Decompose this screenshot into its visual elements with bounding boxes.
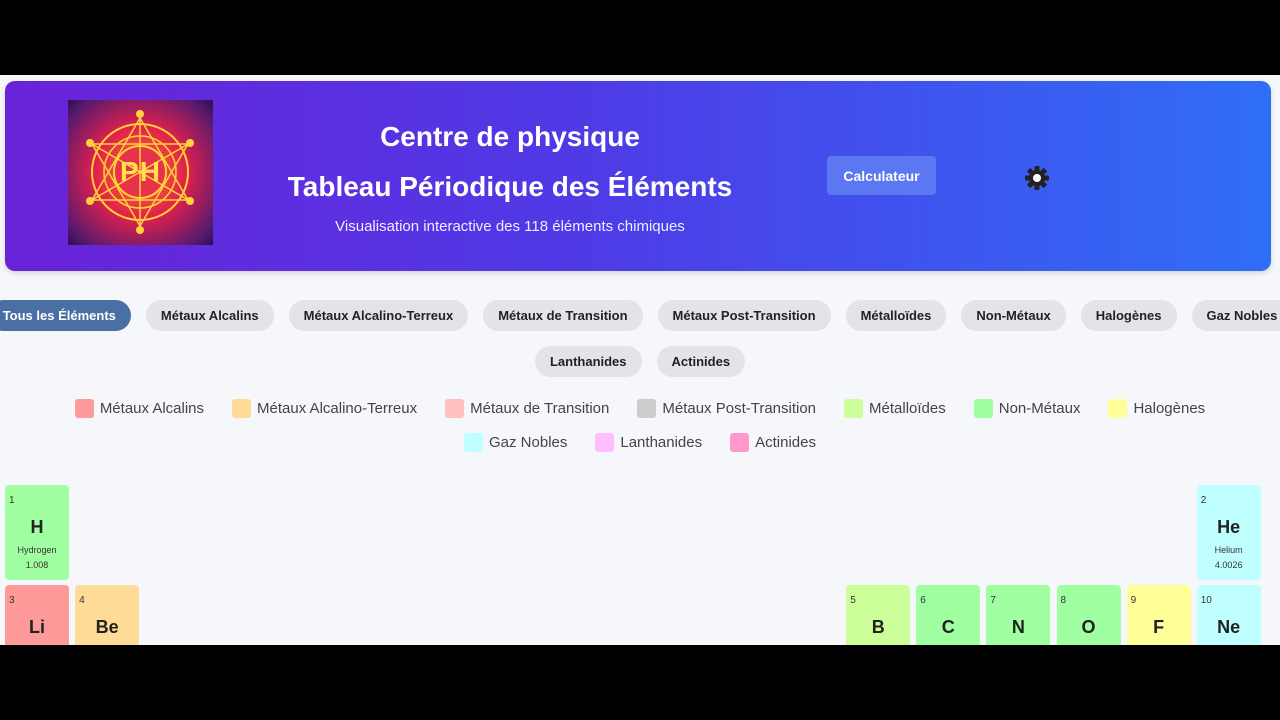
element-cell[interactable]: 10 Ne	[1196, 585, 1261, 645]
legend-label: Actinides	[755, 434, 816, 451]
element-number: 4	[79, 595, 85, 606]
element-symbol: Li	[29, 617, 45, 637]
category-filters-row2: Lanthanides Actinides	[0, 346, 1280, 377]
legend-swatch	[464, 433, 483, 452]
element-number: 9	[1130, 595, 1137, 606]
page-title: Tableau Périodique des Éléments	[287, 171, 733, 202]
element-cell[interactable]: 2 He Helium 4.0026	[1196, 485, 1261, 580]
legend-item: Métaux Post-Transition	[637, 399, 816, 418]
element-symbol: He	[1217, 517, 1241, 537]
legend-swatch	[973, 399, 993, 418]
legend-swatch	[1108, 399, 1128, 418]
legend-item: Gaz Nobles	[464, 433, 567, 452]
element-number: 7	[990, 595, 996, 606]
site-title: Centre de physique	[380, 121, 640, 152]
element-symbol: Be	[95, 617, 119, 637]
legend-item: Non-Métaux	[973, 399, 1081, 418]
page-viewport: PH Centre de physique Tableau Périodique…	[0, 75, 1280, 645]
element-number: 6	[920, 595, 926, 606]
filter-button[interactable]: Lanthanides	[534, 346, 642, 377]
element-symbol: N	[1011, 617, 1025, 637]
legend-item: Métaux Alcalino-Terreux	[232, 399, 417, 418]
element-cell[interactable]: 6C	[916, 585, 981, 645]
element-number: 8	[1060, 595, 1067, 606]
legend-swatch	[844, 399, 864, 418]
filter-button[interactable]: Actinides	[656, 346, 746, 377]
legend-swatch	[595, 433, 615, 452]
element-number: 2	[1200, 495, 1207, 506]
filter-button[interactable]: Métaux Alcalino-Terreux	[288, 300, 469, 331]
gear-icon[interactable]	[1024, 165, 1050, 191]
element-cell[interactable]: 3 Li	[5, 585, 69, 645]
legend-label: Métaux de Transition	[470, 400, 610, 417]
legend-label: Métalloïdes	[869, 400, 946, 417]
element-mass: 1.008	[25, 560, 49, 570]
element-cell[interactable]: 5B	[846, 585, 911, 645]
logo-text: PH	[120, 156, 161, 187]
legend-label: Métaux Alcalino-Terreux	[257, 400, 418, 417]
element-cell[interactable]: 1 H Hydrogen 1.008	[5, 485, 69, 580]
legend-swatch	[730, 433, 750, 452]
element-symbol: F	[1153, 617, 1165, 637]
filter-button[interactable]: Métalloïdes	[845, 300, 947, 331]
calculator-button[interactable]: Calculateur	[827, 156, 936, 195]
legend-label: Métaux Post-Transition	[662, 400, 817, 417]
element-symbol: B	[871, 617, 885, 637]
filter-button[interactable]: Métaux Post-Transition	[657, 300, 831, 331]
legend-item: Actinides	[730, 433, 816, 452]
element-mass: 4.0026	[1214, 560, 1243, 570]
legend-swatch	[445, 399, 465, 418]
filter-button[interactable]: Métaux de Transition	[483, 300, 643, 331]
legend-label: Halogènes	[1133, 400, 1206, 417]
header-banner: PH Centre de physique Tableau Périodique…	[5, 81, 1271, 271]
element-cell[interactable]: 4 Be	[75, 585, 140, 645]
element-cell[interactable]: 7N	[986, 585, 1051, 645]
legend-swatch	[74, 399, 94, 418]
element-number: 10	[1200, 595, 1212, 606]
category-legend-row2: Gaz Nobles Lanthanides Actinides	[0, 433, 1280, 452]
filter-button[interactable]: Gaz Nobles	[1191, 300, 1280, 331]
element-cell[interactable]: 9F	[1126, 585, 1191, 645]
element-number: 1	[9, 495, 15, 506]
element-symbol: Ne	[1217, 617, 1241, 637]
legend-item: Métalloïdes	[844, 399, 946, 418]
legend-label: Non-Métaux	[998, 400, 1081, 417]
filter-button[interactable]: Tous les Éléments	[0, 300, 131, 331]
legend-item: Métaux de Transition	[445, 399, 609, 418]
element-symbol: C	[941, 617, 955, 637]
legend-item: Lanthanides	[595, 433, 702, 452]
legend-label: Métaux Alcalins	[99, 400, 205, 417]
legend-item: Métaux Alcalins	[74, 399, 205, 418]
legend-swatch	[232, 399, 252, 418]
logo: PH	[68, 100, 213, 245]
element-symbol: O	[1081, 617, 1096, 637]
legend-item: Halogènes	[1108, 399, 1205, 418]
legend-swatch	[637, 399, 657, 418]
filter-button[interactable]: Non-Métaux	[961, 300, 1066, 331]
legend-label: Gaz Nobles	[489, 434, 568, 451]
element-cell[interactable]: 8O	[1056, 585, 1121, 645]
element-name: Helium	[1214, 545, 1243, 555]
page-subtitle: Visualisation interactive des 118 élémen…	[335, 218, 685, 235]
element-number: 3	[9, 595, 15, 606]
category-filters: Tous les Éléments Métaux Alcalins Métaux A…	[0, 300, 1280, 331]
filter-button[interactable]: Halogènes	[1080, 300, 1177, 331]
category-legend: Métaux Alcalins Métaux Alcalino-Terreux Mé…	[0, 399, 1280, 418]
element-name: Hydrogen	[17, 545, 57, 555]
legend-label: Lanthanides	[620, 434, 703, 451]
element-symbol: H	[30, 517, 44, 537]
element-number: 5	[850, 595, 856, 606]
filter-button[interactable]: Métaux Alcalins	[145, 300, 274, 331]
